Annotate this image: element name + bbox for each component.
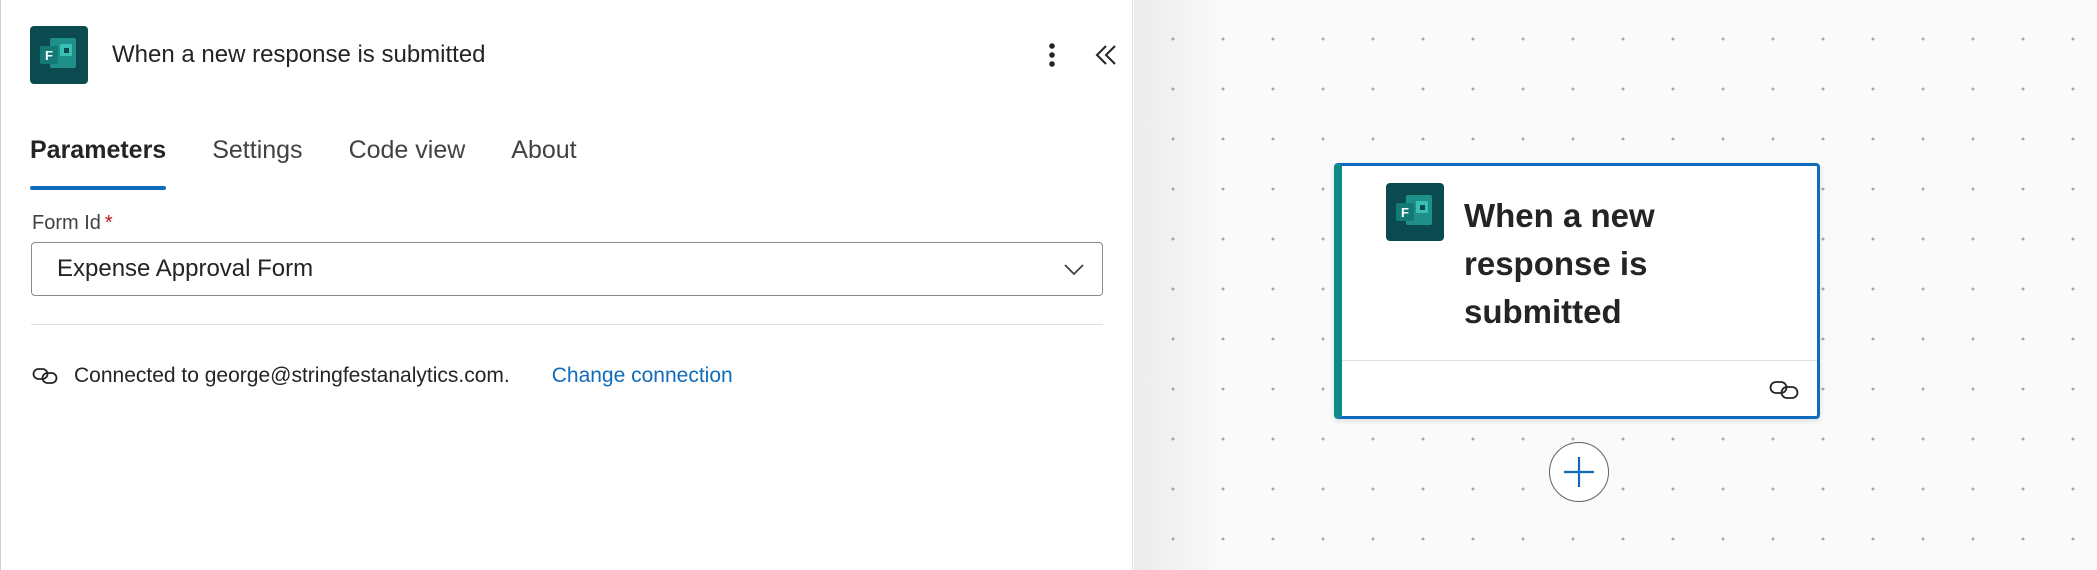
- link-icon: [32, 368, 58, 384]
- trigger-card[interactable]: F When a new response is submitted: [1334, 163, 1820, 419]
- tab-list: Parameters Settings Code view About: [30, 130, 623, 190]
- double-chevron-left-icon: [1095, 45, 1116, 65]
- more-vertical-icon: [1049, 43, 1055, 67]
- change-connection-link[interactable]: Change connection: [552, 364, 733, 388]
- form-id-label: Form Id *: [32, 212, 113, 235]
- tab-about[interactable]: About: [511, 130, 576, 190]
- connection-info: Connected to george@stringfestanalytics.…: [32, 362, 733, 390]
- microsoft-forms-icon: F: [30, 26, 88, 84]
- trigger-details-panel: F When a new response is submitted Param…: [0, 0, 1133, 570]
- collapse-panel-button[interactable]: [1091, 40, 1121, 70]
- svg-text:F: F: [1401, 205, 1409, 220]
- form-id-dropdown[interactable]: Expense Approval Form: [31, 242, 1103, 296]
- link-icon[interactable]: [1769, 378, 1799, 402]
- trigger-card-title: When a new response is submitted: [1464, 197, 1655, 330]
- panel-title: When a new response is submitted: [112, 41, 486, 68]
- tab-settings[interactable]: Settings: [212, 130, 302, 190]
- svg-text:F: F: [45, 48, 53, 63]
- panel-shadow: [1134, 0, 1224, 570]
- panel-header: F When a new response is submitted: [30, 26, 1120, 84]
- chevron-down-icon: [1064, 264, 1084, 276]
- required-marker: *: [104, 212, 113, 234]
- card-divider: [1342, 360, 1817, 361]
- connection-text: Connected to george@stringfestanalytics.…: [74, 364, 510, 387]
- tab-code-view[interactable]: Code view: [349, 130, 466, 190]
- form-id-label-text: Form Id: [32, 212, 101, 234]
- plus-icon: [1564, 457, 1594, 487]
- microsoft-forms-icon: F: [1386, 183, 1444, 241]
- section-divider: [31, 324, 1103, 325]
- add-step-button[interactable]: [1549, 442, 1609, 502]
- more-options-button[interactable]: [1037, 40, 1067, 70]
- tab-parameters[interactable]: Parameters: [30, 130, 167, 190]
- form-id-selected-value: Expense Approval Form: [57, 255, 314, 282]
